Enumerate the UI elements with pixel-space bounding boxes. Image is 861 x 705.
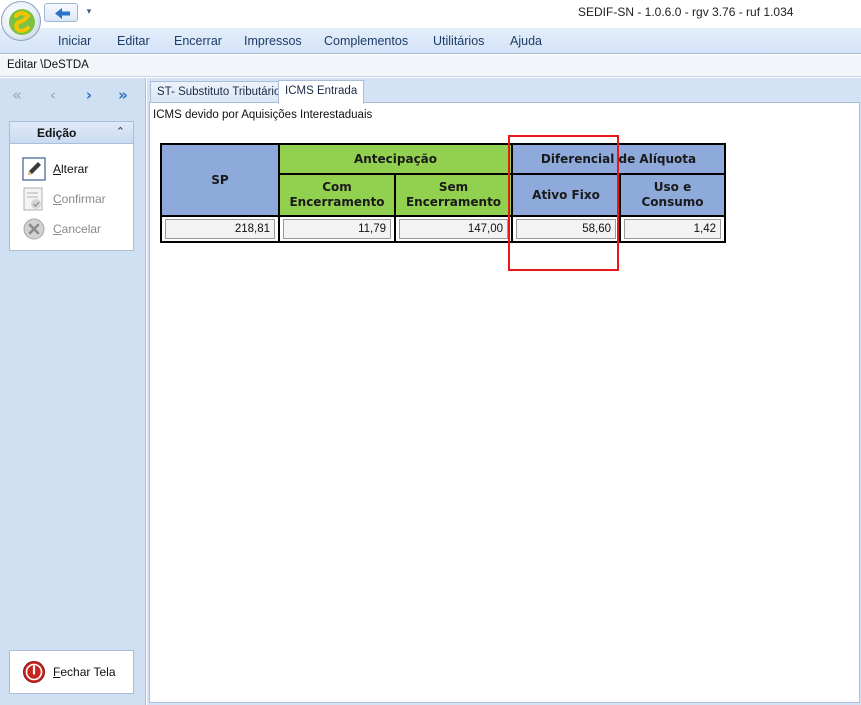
cancel-icon (23, 218, 45, 240)
fechar-tela-label: echar Tela (60, 665, 116, 679)
nav-prev-button[interactable]: ‹ (42, 84, 64, 106)
menu-ajuda[interactable]: Ajuda (510, 34, 542, 48)
power-icon (23, 661, 45, 683)
edit-group-title: Edição (37, 126, 77, 140)
collapse-icon[interactable]: ⌃ (116, 125, 125, 138)
sp-value-field[interactable]: 218,81 (165, 219, 275, 239)
cancelar-button[interactable]: Cancelar (22, 217, 127, 241)
edit-group: Edição ⌃ Alterar Confirmar Cancelar (9, 121, 134, 251)
cancelar-label: ancelar (61, 222, 102, 236)
alterar-hotkey: A (53, 162, 62, 176)
confirmar-hotkey: C (53, 192, 62, 206)
app-logo-icon (9, 9, 35, 35)
menu-complementos[interactable]: Complementos (324, 34, 408, 48)
menu-encerrar[interactable]: Encerrar (174, 34, 222, 48)
tab-icms-entrada[interactable]: ICMS Entrada (278, 80, 365, 104)
record-navigator: « ‹ › » (0, 84, 144, 106)
header-ativo-fixo: Ativo Fixo (513, 175, 619, 215)
arrow-left-icon (55, 8, 70, 19)
header-com-encerramento: Com Encerramento (280, 175, 394, 215)
nav-last-button[interactable]: » (112, 84, 134, 106)
edit-group-header[interactable]: Edição ⌃ (10, 122, 133, 144)
fechar-tela-button[interactable]: Fechar Tela (22, 660, 127, 684)
menu-editar[interactable]: Editar (117, 34, 150, 48)
alterar-label: lterar (61, 162, 89, 176)
nav-first-button[interactable]: « (6, 84, 28, 106)
com-encerramento-value-field[interactable]: 11,79 (283, 219, 391, 239)
menu-iniciar[interactable]: Iniciar (58, 34, 91, 48)
header-uso-consumo: Uso e Consumo (621, 175, 724, 215)
page-caption: ICMS devido por Aquisições Interestaduai… (153, 109, 373, 121)
confirmar-button[interactable]: Confirmar (22, 187, 127, 211)
header-diferencial-aliquota: Diferencial de Alíquota (513, 145, 724, 173)
quick-access-dropdown[interactable]: ▾ (84, 4, 94, 20)
menu-impressos[interactable]: Impressos (244, 34, 302, 48)
cancelar-hotkey: C (53, 222, 62, 236)
tab-page-icms-entrada: ICMS devido por Aquisições Interestaduai… (149, 102, 860, 703)
header-sp: SP (162, 145, 278, 215)
uso-consumo-value-field[interactable]: 1,42 (624, 219, 721, 239)
pencil-icon (22, 157, 46, 181)
left-panel: « ‹ › » Edição ⌃ Alterar Confirmar Cance… (0, 78, 146, 705)
main-area: ST- Substituto Tributário ICMS Entrada I… (147, 78, 861, 705)
menu-bar: Iniciar Editar Encerrar Impressos Comple… (0, 28, 861, 54)
nav-next-button[interactable]: › (78, 84, 100, 106)
back-button[interactable] (44, 3, 78, 22)
title-bar: ▾ SEDIF-SN - 1.0.6.0 - rgv 3.76 - ruf 1.… (0, 0, 861, 41)
confirm-icon (23, 187, 43, 211)
sem-encerramento-value-field[interactable]: 147,00 (399, 219, 508, 239)
icms-table: SP Antecipação Diferencial de Alíquota C… (160, 143, 726, 243)
header-sem-encerramento: Sem Encerramento (396, 175, 511, 215)
menu-utilitarios[interactable]: Utilitários (433, 34, 484, 48)
window-title: SEDIF-SN - 1.0.6.0 - rgv 3.76 - ruf 1.03… (578, 5, 794, 19)
alterar-button[interactable]: Alterar (22, 157, 127, 181)
breadcrumb-bar: Editar \DeSTDA (0, 55, 861, 77)
breadcrumb: Editar \DeSTDA (7, 59, 89, 71)
confirmar-label: onfirmar (61, 192, 106, 206)
close-screen-box: Fechar Tela (9, 650, 134, 694)
app-menu-button[interactable] (1, 1, 41, 41)
ativo-fixo-value-field[interactable]: 58,60 (516, 219, 616, 239)
header-antecipacao: Antecipação (280, 145, 511, 173)
tab-st-substituto-tributario[interactable]: ST- Substituto Tributário (150, 81, 288, 103)
